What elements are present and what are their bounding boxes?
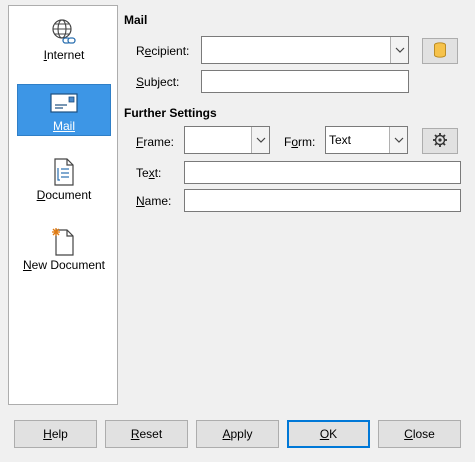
subject-input[interactable]: [201, 70, 409, 93]
chevron-down-icon[interactable]: [390, 37, 408, 63]
sidebar-item-label: Internet: [43, 48, 85, 62]
recipient-combobox[interactable]: [201, 36, 409, 64]
name-label: Name:: [136, 194, 172, 208]
sidebar-item-label: Mail: [52, 119, 75, 133]
address-book-button[interactable]: [422, 38, 458, 64]
events-button[interactable]: [422, 128, 458, 154]
gear-icon: [432, 132, 448, 151]
recipient-label: Recipient:: [136, 44, 190, 58]
database-icon: [433, 41, 447, 61]
envelope-icon: [18, 87, 110, 119]
chevron-down-icon[interactable]: [389, 127, 407, 153]
sidebar-item-label: New Document: [22, 258, 106, 272]
mail-section-title: Mail: [124, 13, 148, 27]
document-icon: [17, 156, 111, 188]
globe-link-icon: [17, 16, 111, 48]
form-label: Form:: [284, 135, 316, 149]
frame-label: Frame:: [136, 135, 175, 149]
hyperlink-type-sidebar: Internet Mail Document New Document: [8, 5, 118, 405]
sidebar-item-internet[interactable]: Internet: [17, 14, 111, 66]
apply-button[interactable]: Apply: [196, 420, 279, 448]
text-label: Text:: [136, 166, 162, 180]
reset-button[interactable]: Reset: [105, 420, 188, 448]
sidebar-item-document[interactable]: Document: [17, 154, 111, 206]
sidebar-item-label: Document: [36, 188, 92, 202]
ok-button[interactable]: OK: [287, 420, 370, 448]
form-value: Text: [329, 133, 352, 147]
help-button[interactable]: Help: [14, 420, 97, 448]
form-select[interactable]: Text: [325, 126, 408, 154]
new-document-icon: [17, 226, 111, 258]
close-button[interactable]: Close: [378, 420, 461, 448]
frame-combobox[interactable]: [184, 126, 270, 154]
text-input[interactable]: [184, 161, 461, 184]
subject-label: Subject:: [136, 75, 180, 89]
sidebar-item-new-document[interactable]: New Document: [17, 224, 111, 276]
further-settings-title: Further Settings: [124, 106, 217, 120]
sidebar-item-mail[interactable]: Mail: [17, 84, 111, 136]
chevron-down-icon[interactable]: [251, 127, 269, 153]
name-input[interactable]: [184, 189, 461, 212]
